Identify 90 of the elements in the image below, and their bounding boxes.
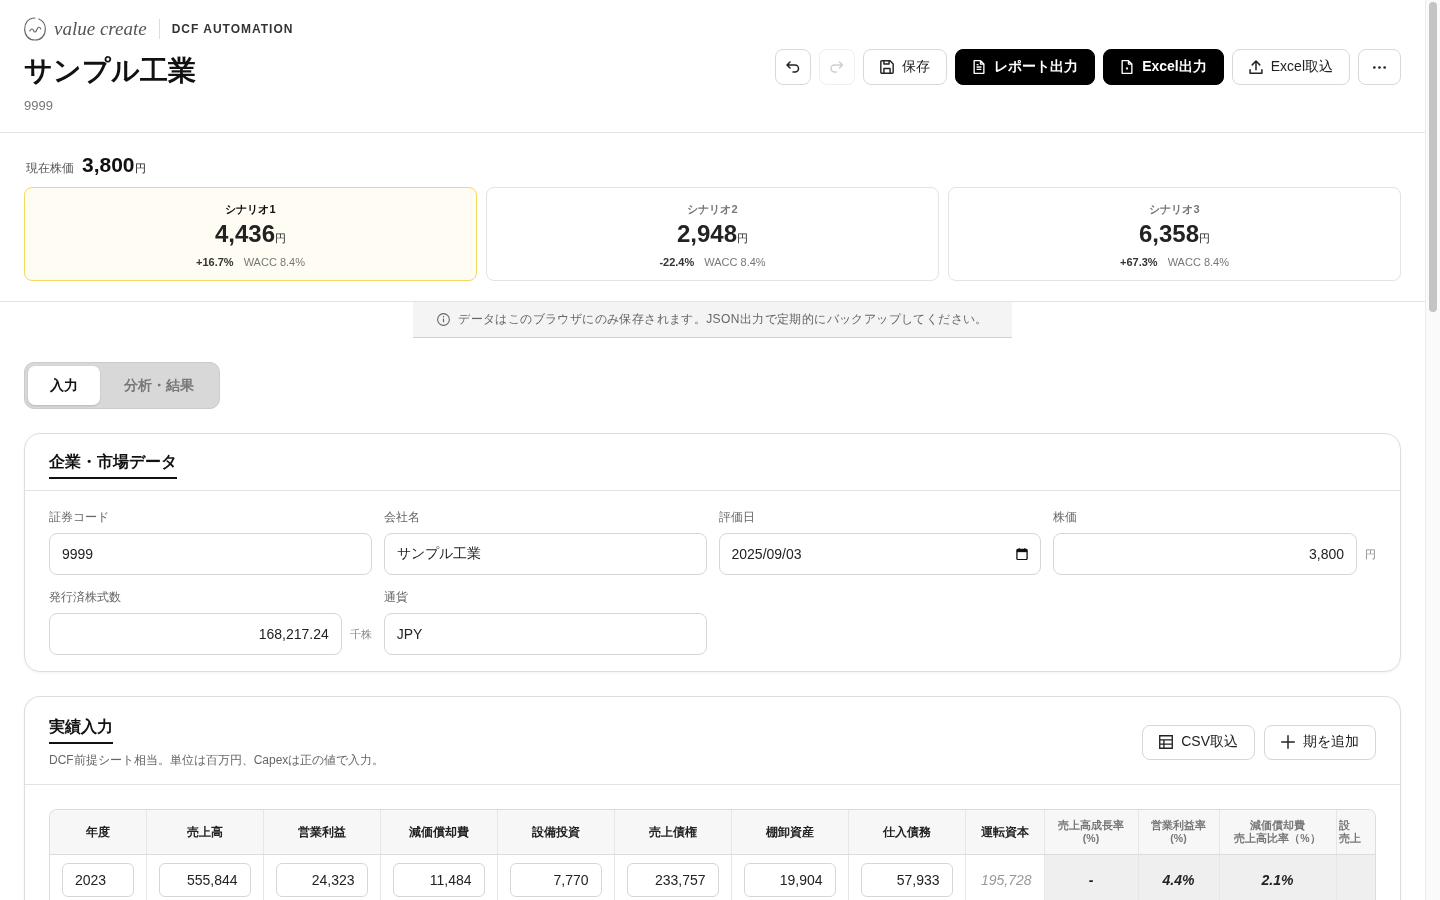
field-label: 証券コード [49,509,110,525]
column-subheader: 売上 [1338,832,1362,845]
wacc-label: WACC 8.4% [704,256,766,268]
plus-icon [1281,735,1295,749]
file-icon [1120,60,1135,74]
date-field[interactable]: 2025/09/03 [718,533,1042,575]
column-subheader: 売上高比率（%） [1233,832,1322,845]
column-header: 減価償却費 [1249,819,1306,832]
column-header: 設備投資 [530,823,581,841]
scenario-change: +67.3% [1120,256,1158,268]
text-field[interactable]: サンプル工業 [383,533,707,575]
section-description: DCF前提シート相当。単位は百万円、Capexは正の値で入力。 [49,752,385,768]
brand-name: value create [54,18,147,40]
field-label: 通貨 [383,589,409,605]
scenario-value: 2,948円 [676,219,749,249]
table-cell: 4.4% [1138,854,1219,900]
unit-label: 千株 [349,626,372,642]
more-icon [1373,65,1386,69]
scenario-value: 4,436円 [214,219,287,249]
upload-icon [1248,60,1263,74]
cell-input[interactable]: 233,757 [626,863,719,897]
table-icon [1159,735,1174,749]
column-header: 減価償却費 [407,823,470,841]
more-button[interactable] [1358,49,1401,85]
add-period-button[interactable]: 期を追加 [1264,724,1376,760]
current-price-value: 3,800円 [82,153,146,177]
undo-icon [786,60,801,74]
current-price-label: 現在株価 [26,160,74,177]
cell-input[interactable]: 555,844 [158,863,251,897]
cell-input[interactable]: 19,904 [743,863,836,897]
column-header: 年度 [84,823,111,841]
column-header: 売上高成長率 [1057,819,1125,832]
unit-label: 円 [1365,546,1376,562]
scenario-change: -22.4% [659,256,695,268]
excel-export-button[interactable]: Excel出力 [1103,49,1224,85]
undo-button[interactable] [775,49,812,85]
scenario-value: 6,358円 [1138,219,1211,249]
column-subheader: (%) [1081,832,1101,845]
document-icon [972,60,987,74]
cell-input[interactable]: 57,933 [860,863,953,897]
field-label: 発行済株式数 [49,589,122,605]
cell-input[interactable]: 7,770 [509,863,602,897]
info-icon [437,313,451,326]
cell-input[interactable]: 24,323 [275,863,368,897]
scenario-card[interactable]: シナリオ2 2,948円 -22.4% WACC 8.4% [486,187,939,281]
calendar-icon [1016,548,1029,560]
number-field[interactable]: 168,217.24 [49,613,342,655]
section-title: 企業・市場データ [49,451,177,479]
redo-icon [830,60,845,74]
notice-text: データはこのブラウザにのみ保存されます。JSON出力で定期的にバックアップしてください。 [458,311,988,328]
number-field[interactable]: 3,800 [1053,533,1357,575]
logo-icon [24,17,46,41]
scenario-card[interactable]: シナリオ3 6,358円 +67.3% WACC 8.4% [948,187,1401,281]
scenario-card[interactable]: シナリオ1 4,436円 +16.7% WACC 8.4% [24,187,477,281]
field-label: 評価日 [718,509,756,525]
scrollbar[interactable] [1425,0,1440,900]
cell-input[interactable]: 11,484 [392,863,485,897]
field-label: 会社名 [383,509,421,525]
security-code: 9999 [24,98,54,114]
text-field[interactable]: JPY [383,613,707,655]
table-cell: 2.1% [1219,854,1336,900]
column-header: 設 [1338,819,1351,832]
column-header: 売上債権 [647,823,698,841]
scrollbar-thumb[interactable] [1429,2,1437,312]
scenario-title: シナリオ2 [687,202,738,217]
column-header: 営業利益 [296,823,347,841]
wacc-label: WACC 8.4% [1167,256,1229,268]
column-header: 営業利益率 [1150,819,1207,832]
save-button[interactable]: 保存 [863,49,948,85]
wacc-label: WACC 8.4% [243,256,305,268]
scenario-title: シナリオ1 [225,202,276,217]
column-header: 運転資本 [979,823,1030,841]
column-header: 棚卸資産 [764,823,815,841]
cell-input[interactable]: 2023 [62,863,134,897]
report-export-button[interactable]: レポート出力 [955,49,1096,85]
csv-import-button[interactable]: CSV取込 [1142,724,1255,760]
scenario-title: シナリオ3 [1149,202,1200,217]
excel-import-button[interactable]: Excel取込 [1231,49,1350,85]
table-cell: 195,728 [980,872,1032,888]
tab[interactable]: 入力 [28,366,100,405]
table-cell: - [1044,854,1138,900]
company-title: サンプル工業 [24,54,197,88]
column-header: 売上高 [185,823,224,841]
product-name: DCF AUTOMATION [171,22,294,36]
column-header: 仕入債務 [881,823,932,841]
scenario-change: +16.7% [196,256,234,268]
column-subheader: (%) [1169,832,1188,845]
text-field[interactable]: 9999 [49,533,372,575]
section-title: 実績入力 [49,716,113,744]
field-label: 株価 [1053,509,1079,525]
